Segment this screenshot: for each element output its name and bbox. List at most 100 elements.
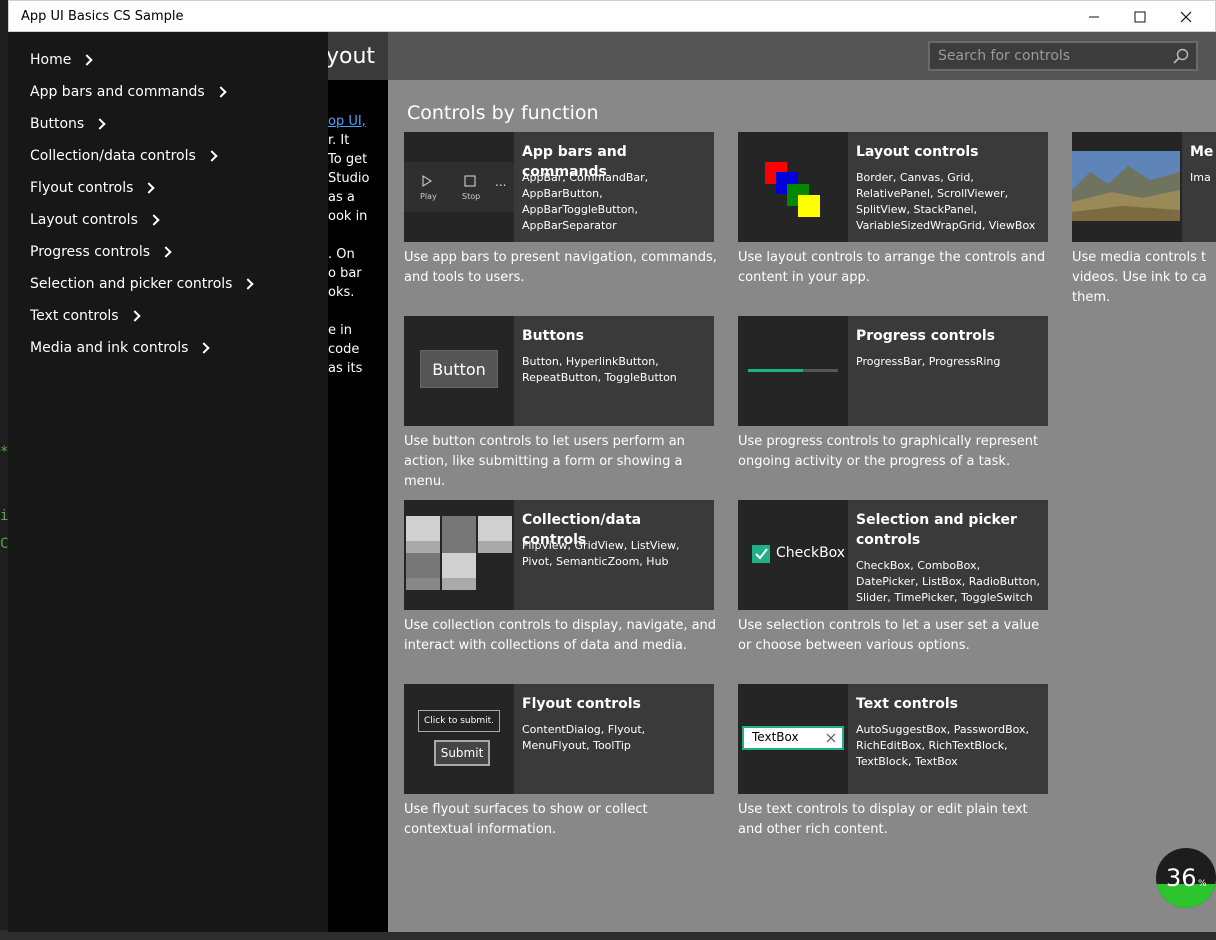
sample-textbox: TextBox bbox=[742, 726, 844, 750]
progress-thumbnail bbox=[738, 316, 848, 426]
chevron-right-icon bbox=[206, 150, 218, 162]
badge-value: 36 bbox=[1166, 864, 1197, 892]
nav-item-buttons[interactable]: Buttons bbox=[30, 112, 106, 136]
screen: * i C App UI Basics CS Sample yout Searc… bbox=[0, 0, 1216, 940]
chevron-right-icon bbox=[160, 246, 172, 258]
app-bar-thumbnail: Play Stop ... bbox=[404, 132, 514, 242]
tile-controls: Ima bbox=[1190, 171, 1211, 184]
tile-media-ink-controls[interactable]: Me Ima bbox=[1072, 132, 1216, 242]
tile-description: Use text controls to display or edit pla… bbox=[738, 802, 1028, 837]
close-button[interactable] bbox=[1163, 1, 1209, 33]
tile-title: Selection and picker controls bbox=[856, 512, 1017, 548]
sample-button: Button bbox=[420, 350, 498, 388]
landscape-image-icon bbox=[1072, 132, 1182, 242]
minimize-icon bbox=[1089, 16, 1099, 18]
nav-item-selection[interactable]: Selection and picker controls bbox=[30, 272, 255, 296]
flyout-thumbnail: Click to submit. Submit bbox=[404, 684, 514, 794]
nav-item-progress[interactable]: Progress controls bbox=[30, 240, 172, 264]
stop-label: Stop bbox=[462, 192, 480, 201]
progress-bar-icon bbox=[748, 369, 838, 372]
nav-item-layout[interactable]: Layout controls bbox=[30, 208, 160, 232]
chevron-right-icon bbox=[215, 86, 227, 98]
chevron-right-icon bbox=[128, 310, 141, 322]
search-icon[interactable] bbox=[1172, 47, 1190, 65]
checkbox-label: CheckBox bbox=[776, 545, 846, 561]
textbox-thumbnail: TextBox bbox=[738, 684, 848, 794]
section-title: Controls by function bbox=[407, 102, 599, 124]
maximize-button[interactable] bbox=[1117, 1, 1163, 33]
tile-description: Use button controls to let users perform… bbox=[404, 434, 685, 489]
nav-item-collection[interactable]: Collection/data controls bbox=[30, 144, 218, 168]
close-icon bbox=[1180, 11, 1192, 23]
app-bar-preview-icon: Play Stop ... bbox=[404, 162, 514, 212]
tile-description: Use selection controls to let a user set… bbox=[738, 618, 1040, 653]
title-bar: App UI Basics CS Sample bbox=[8, 0, 1216, 32]
tile-controls: FlipView, GridView, ListView, Pivot, Sem… bbox=[522, 539, 680, 568]
clear-icon bbox=[826, 733, 836, 743]
chevron-right-icon bbox=[242, 278, 255, 290]
tile-collection-data-controls[interactable]: Collection/data controls FlipView, GridV… bbox=[404, 500, 714, 610]
nav-item-app-bars[interactable]: App bars and commands bbox=[30, 80, 227, 104]
tile-controls: ContentDialog, Flyout, MenuFlyout, ToolT… bbox=[522, 723, 646, 752]
more-label: ... bbox=[495, 175, 506, 189]
maximize-icon bbox=[1134, 11, 1146, 23]
tile-description: Use layout controls to arrange the contr… bbox=[738, 250, 1046, 285]
tile-controls: Button, HyperlinkButton, RepeatButton, T… bbox=[522, 355, 677, 384]
grid-view-icon bbox=[406, 516, 512, 590]
textbox-value: TextBox bbox=[752, 730, 799, 744]
flyout-sample-text: Click to submit. bbox=[418, 710, 500, 732]
navigation-pane: Home App bars and commands Buttons Colle… bbox=[8, 32, 328, 932]
tile-controls: CheckBox, ComboBox, DatePicker, ListBox,… bbox=[856, 559, 1040, 604]
window-title: App UI Basics CS Sample bbox=[21, 9, 184, 24]
tile-buttons[interactable]: Button Buttons Button, HyperlinkButton, … bbox=[404, 316, 714, 426]
chevron-right-icon bbox=[148, 214, 160, 226]
play-label: Play bbox=[420, 192, 437, 201]
tile-title: Me bbox=[1190, 144, 1214, 160]
tile-description: Use app bars to present navigation, comm… bbox=[404, 250, 717, 285]
layout-thumbnail bbox=[738, 132, 848, 242]
controls-main: Controls by function Play Stop ... App b… bbox=[388, 80, 1216, 932]
flyout-submit-sample: Submit bbox=[434, 740, 490, 766]
tile-progress-controls[interactable]: Progress controls ProgressBar, ProgressR… bbox=[738, 316, 1048, 426]
tile-title: Buttons bbox=[522, 328, 584, 344]
intro-link[interactable]: op UI, bbox=[328, 112, 388, 131]
tile-controls: ProgressBar, ProgressRing bbox=[856, 355, 1001, 368]
app-window: App UI Basics CS Sample yout Search for … bbox=[8, 0, 1216, 932]
tile-selection-picker-controls[interactable]: CheckBox Selection and picker controls C… bbox=[738, 500, 1048, 610]
tile-controls: AutoSuggestBox, PasswordBox, RichEditBox… bbox=[856, 723, 1030, 768]
tile-description: Use flyout surfaces to show or collect c… bbox=[404, 802, 648, 837]
badge-unit: % bbox=[1198, 879, 1207, 889]
search-input[interactable]: Search for controls bbox=[938, 48, 1070, 64]
minimize-button[interactable] bbox=[1071, 1, 1117, 33]
tile-description: Use collection controls to display, navi… bbox=[404, 618, 717, 653]
chevron-right-icon bbox=[198, 342, 211, 354]
chevron-right-icon bbox=[143, 182, 156, 194]
tile-layout-controls[interactable]: Layout controls Border, Canvas, Grid, Re… bbox=[738, 132, 1048, 242]
media-thumbnail bbox=[1072, 132, 1182, 242]
nav-item-home[interactable]: Home bbox=[30, 48, 94, 72]
nav-item-flyout[interactable]: Flyout controls bbox=[30, 176, 156, 200]
tile-text-controls[interactable]: TextBox Text controls AutoSuggestBox, Pa… bbox=[738, 684, 1048, 794]
page-title: yout bbox=[326, 44, 376, 69]
nav-item-text[interactable]: Text controls bbox=[30, 304, 141, 328]
chevron-right-icon bbox=[81, 54, 94, 66]
nav-item-media[interactable]: Media and ink controls bbox=[30, 336, 211, 360]
tile-app-bars[interactable]: Play Stop ... App bars and commands AppB… bbox=[404, 132, 714, 242]
checkbox-thumbnail: CheckBox bbox=[738, 500, 848, 610]
tile-title: Layout controls bbox=[856, 144, 979, 160]
collection-thumbnail bbox=[404, 500, 514, 610]
tile-title: Progress controls bbox=[856, 328, 995, 344]
intro-text: op UI, r. It To get Studio as a ook in .… bbox=[328, 112, 388, 932]
tile-description: Use media controls t videos. Use ink to … bbox=[1072, 250, 1207, 305]
top-bar: Search for controls bbox=[388, 32, 1216, 80]
tile-title: Text controls bbox=[856, 696, 959, 712]
button-thumbnail: Button bbox=[404, 316, 514, 426]
tile-controls: Border, Canvas, Grid, RelativePanel, Scr… bbox=[856, 171, 1036, 232]
percentage-badge[interactable]: 36 % bbox=[1154, 848, 1216, 908]
tile-flyout-controls[interactable]: Click to submit. Submit Flyout controls … bbox=[404, 684, 714, 794]
background-editor-strip: * i C bbox=[0, 32, 8, 940]
tile-title: Flyout controls bbox=[522, 696, 641, 712]
search-box[interactable]: Search for controls bbox=[928, 41, 1198, 71]
chevron-right-icon bbox=[94, 118, 106, 130]
layout-squares-icon bbox=[765, 162, 820, 217]
